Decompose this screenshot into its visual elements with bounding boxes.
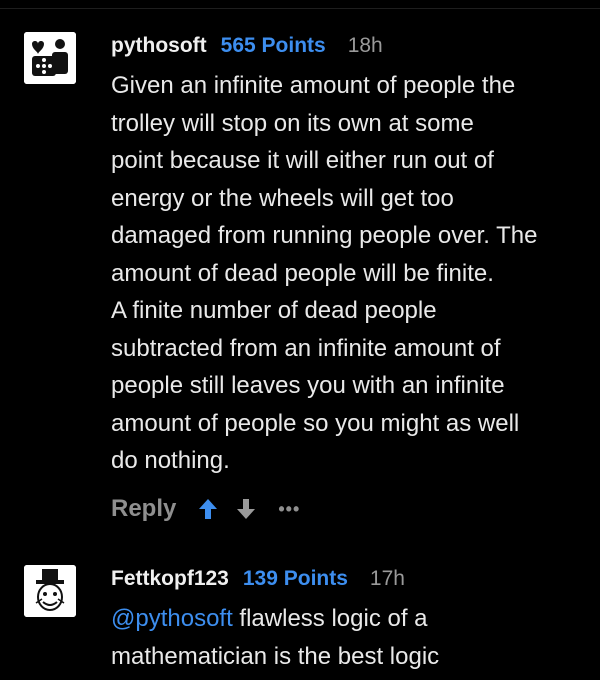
comment-line: point because it will either run out of (111, 147, 494, 174)
comment-line: trolley will stop on its own at some (111, 109, 474, 137)
avatar[interactable] (24, 565, 76, 617)
upvote-arrow-icon (199, 499, 218, 519)
comment-line: energy or the wheels will get too (111, 184, 454, 212)
comment-line: damaged from running people over. The (111, 222, 538, 249)
avatar-pythosoft-icon (24, 32, 76, 84)
points: 565 Points (220, 34, 326, 57)
comment-line: do nothing. (111, 447, 230, 474)
comment-line: A finite number of dead people (111, 297, 437, 324)
points: 139 Points (242, 567, 348, 590)
avatar[interactable] (24, 32, 76, 84)
comment-line: amount of dead people will be finite. (111, 259, 494, 287)
upvote-button[interactable] (198, 497, 218, 521)
timestamp: 18h (347, 34, 383, 57)
downvote-arrow-icon (237, 499, 256, 519)
comment-line: subtracted from an infinite amount of (111, 334, 501, 362)
comment-meta: Fettkopf123 139 Points 17h (111, 566, 405, 592)
comment-line: mathematician is the best logic (111, 642, 440, 670)
comment-line: amount of people so you might as well (111, 409, 520, 437)
reply-button[interactable]: Reply (111, 495, 176, 523)
timestamp: 17h (369, 567, 405, 590)
comment-line: people still leaves you with an infinite (111, 372, 505, 399)
comment-body: @pythosoft flawless logic of a mathemati… (111, 600, 581, 675)
comment-line: @pythosoft flawless logic of a (111, 600, 581, 638)
username[interactable]: pythosoft (111, 34, 207, 58)
comment-line: Given an infinite amount of people the (111, 72, 516, 99)
more-options-icon[interactable]: ••• (278, 499, 300, 520)
comment-actions: Reply ••• (111, 494, 300, 524)
avatar-fettkopf-icon (24, 565, 76, 617)
comment-text: flawless logic of a (232, 605, 428, 632)
comment-body: Given an infinite amount of people the t… (111, 67, 581, 480)
username[interactable]: Fettkopf123 (111, 567, 229, 591)
top-divider (0, 8, 600, 9)
comment-meta: pythosoft 565 Points 18h (111, 33, 383, 59)
downvote-button[interactable] (236, 497, 256, 521)
user-mention-link[interactable]: @pythosoft (111, 605, 233, 632)
